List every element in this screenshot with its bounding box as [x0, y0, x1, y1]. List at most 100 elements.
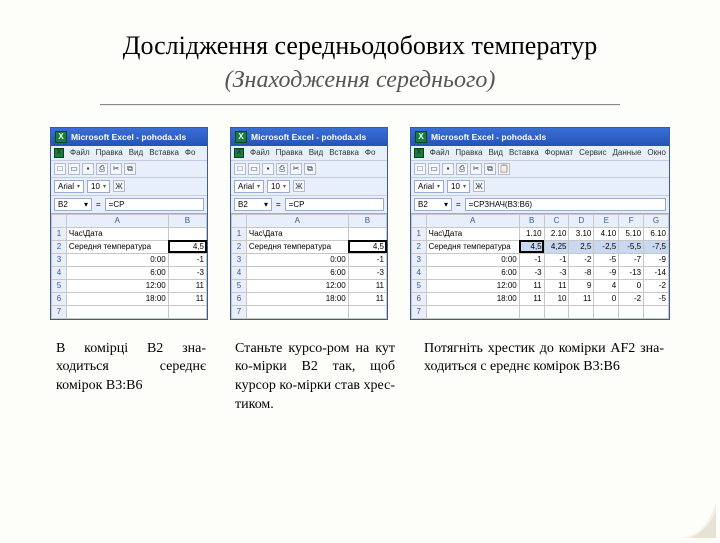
copy-icon[interactable]: ⧉ [484, 163, 496, 175]
paste-icon[interactable]: 📋 [498, 163, 510, 175]
print-icon[interactable]: ⎙ [456, 163, 468, 175]
cell[interactable] [66, 305, 168, 318]
cell[interactable] [348, 305, 386, 318]
menu-edit[interactable]: Правка [276, 148, 303, 158]
save-icon[interactable]: ▪ [82, 163, 94, 175]
cell[interactable]: 12:00 [66, 279, 168, 292]
cell[interactable]: 11 [348, 292, 386, 305]
cell[interactable]: 18:00 [246, 292, 348, 305]
menu-file[interactable]: Файл [250, 148, 270, 158]
menu-insert[interactable]: Вставка [329, 148, 359, 158]
cell[interactable] [348, 227, 386, 240]
cell-selected[interactable]: -7,5 [644, 240, 669, 253]
cell[interactable]: 11 [569, 292, 594, 305]
cell[interactable] [519, 305, 544, 318]
cell[interactable]: 11 [544, 279, 569, 292]
cell[interactable]: -3 [519, 266, 544, 279]
cell[interactable]: -9 [594, 266, 619, 279]
cell[interactable] [644, 305, 669, 318]
row-header[interactable]: 7 [412, 305, 427, 318]
col-header[interactable]: C [544, 214, 569, 227]
row-header[interactable]: 4 [52, 266, 67, 279]
copy-icon[interactable]: ⧉ [124, 163, 136, 175]
cell[interactable]: -5 [594, 253, 619, 266]
cell[interactable]: 11 [168, 279, 206, 292]
cell[interactable] [619, 305, 644, 318]
menu-file[interactable]: Файл [430, 148, 450, 158]
new-icon[interactable]: □ [54, 163, 66, 175]
row-header[interactable]: 7 [232, 305, 247, 318]
row-header[interactable]: 6 [52, 292, 67, 305]
row-header[interactable]: 6 [232, 292, 247, 305]
cell[interactable]: -13 [619, 266, 644, 279]
open-icon[interactable]: ▭ [428, 163, 440, 175]
cell[interactable]: 6:00 [246, 266, 348, 279]
cell-selected[interactable]: -2,5 [594, 240, 619, 253]
cell[interactable]: Середня температура [66, 240, 168, 253]
font-name-combo[interactable]: Arial▾ [234, 180, 264, 193]
menu-edit[interactable]: Правка [96, 148, 123, 158]
cell[interactable] [168, 227, 206, 240]
cell[interactable]: 18:00 [66, 292, 168, 305]
row-header[interactable]: 2 [412, 240, 427, 253]
row-header[interactable]: 3 [232, 253, 247, 266]
cell[interactable]: -8 [569, 266, 594, 279]
row-header[interactable]: 2 [232, 240, 247, 253]
menu-insert[interactable]: Вставка [149, 148, 179, 158]
col-header[interactable]: E [594, 214, 619, 227]
cell[interactable]: 18:00 [426, 292, 519, 305]
menu-view[interactable]: Вид [129, 148, 143, 158]
select-all-cell[interactable] [232, 214, 247, 227]
menu-data[interactable]: Данные [613, 148, 642, 158]
cell[interactable]: 0 [594, 292, 619, 305]
cell-active[interactable]: 4,5 [168, 240, 206, 253]
cell[interactable]: 5.10 [619, 227, 644, 240]
cell[interactable]: Середня температура [426, 240, 519, 253]
cell[interactable] [168, 305, 206, 318]
cell[interactable]: -9 [644, 253, 669, 266]
row-header[interactable]: 7 [52, 305, 67, 318]
cell[interactable]: -3 [544, 266, 569, 279]
cell[interactable]: -1 [544, 253, 569, 266]
row-header[interactable]: 4 [412, 266, 427, 279]
name-box[interactable]: B2▾ [414, 198, 452, 211]
bold-button[interactable]: Ж [473, 180, 485, 192]
col-header[interactable]: B [348, 214, 386, 227]
cell[interactable]: 0:00 [66, 253, 168, 266]
cell[interactable]: Час\Дата [246, 227, 348, 240]
font-size-combo[interactable]: 10▾ [87, 180, 110, 193]
menu-view[interactable]: Вид [309, 148, 323, 158]
font-size-combo[interactable]: 10▾ [447, 180, 470, 193]
row-header[interactable]: 5 [232, 279, 247, 292]
cell[interactable] [426, 305, 519, 318]
new-icon[interactable]: □ [414, 163, 426, 175]
cell-selected[interactable]: -5,5 [619, 240, 644, 253]
bold-button[interactable]: Ж [113, 180, 125, 192]
cell[interactable]: 10 [544, 292, 569, 305]
col-header[interactable]: F [619, 214, 644, 227]
open-icon[interactable]: ▭ [248, 163, 260, 175]
col-header[interactable]: D [569, 214, 594, 227]
cell[interactable]: 6:00 [426, 266, 519, 279]
row-header[interactable]: 5 [52, 279, 67, 292]
cell[interactable]: 2.10 [544, 227, 569, 240]
formula-input[interactable]: =СР [105, 198, 204, 211]
cell[interactable]: -14 [644, 266, 669, 279]
cell[interactable]: 4 [594, 279, 619, 292]
font-name-combo[interactable]: Arial▾ [54, 180, 84, 193]
cell-selected[interactable]: 4,25 [544, 240, 569, 253]
menu-window[interactable]: Окно [647, 148, 666, 158]
name-box[interactable]: B2▾ [234, 198, 272, 211]
cell[interactable]: -2 [644, 279, 669, 292]
copy-icon[interactable]: ⧉ [304, 163, 316, 175]
cell[interactable]: 12:00 [426, 279, 519, 292]
cell[interactable] [246, 305, 348, 318]
cell[interactable]: 9 [569, 279, 594, 292]
row-header[interactable]: 5 [412, 279, 427, 292]
select-all-cell[interactable] [412, 214, 427, 227]
cell[interactable]: 0:00 [246, 253, 348, 266]
row-header[interactable]: 4 [232, 266, 247, 279]
cell[interactable] [594, 305, 619, 318]
cell[interactable]: Час\Дата [66, 227, 168, 240]
cell[interactable]: -2 [619, 292, 644, 305]
